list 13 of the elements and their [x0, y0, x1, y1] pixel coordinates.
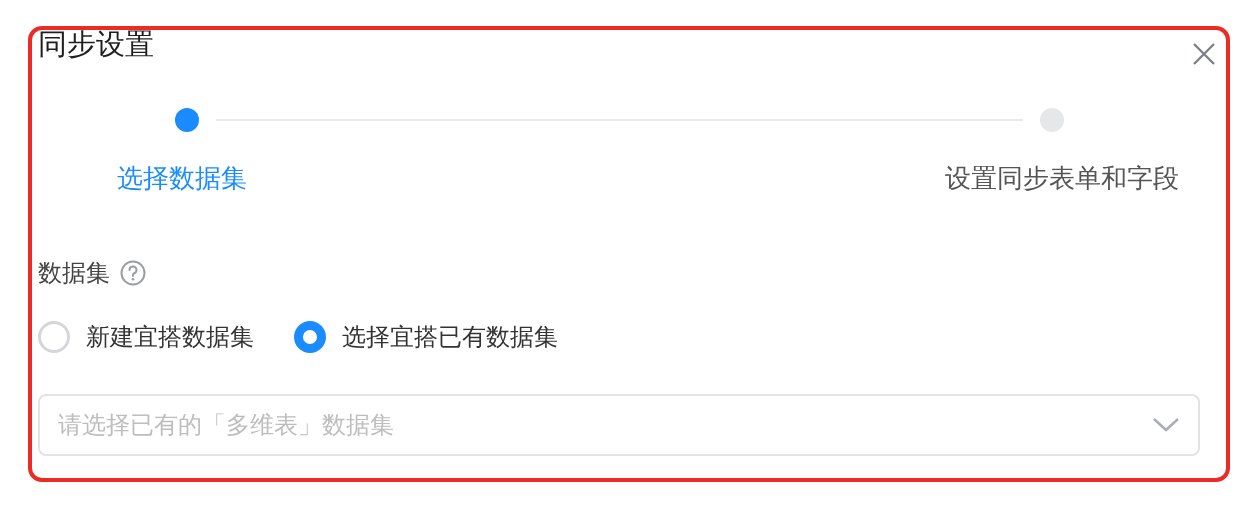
option-label: 新建宜搭数据集 — [86, 322, 254, 353]
step-label: 设置同步表单和字段 — [945, 162, 1179, 194]
radio-option[interactable]: 选择宜搭已有数据集 — [294, 321, 558, 353]
chevron-down-icon — [1152, 417, 1180, 433]
close-icon[interactable] — [1192, 42, 1216, 66]
help-icon[interactable] — [120, 260, 146, 286]
option-label: 选择宜搭已有数据集 — [342, 322, 558, 353]
field-label: 数据集 — [38, 258, 110, 289]
radio-option[interactable]: 新建宜搭数据集 — [38, 321, 254, 353]
dataset-select[interactable]: 请选择已有的「多维表」数据集 — [38, 394, 1200, 456]
dialog-title: 同步设置 — [38, 28, 154, 60]
step-label: 选择数据集 — [117, 162, 247, 194]
radio-button[interactable] — [294, 321, 326, 353]
